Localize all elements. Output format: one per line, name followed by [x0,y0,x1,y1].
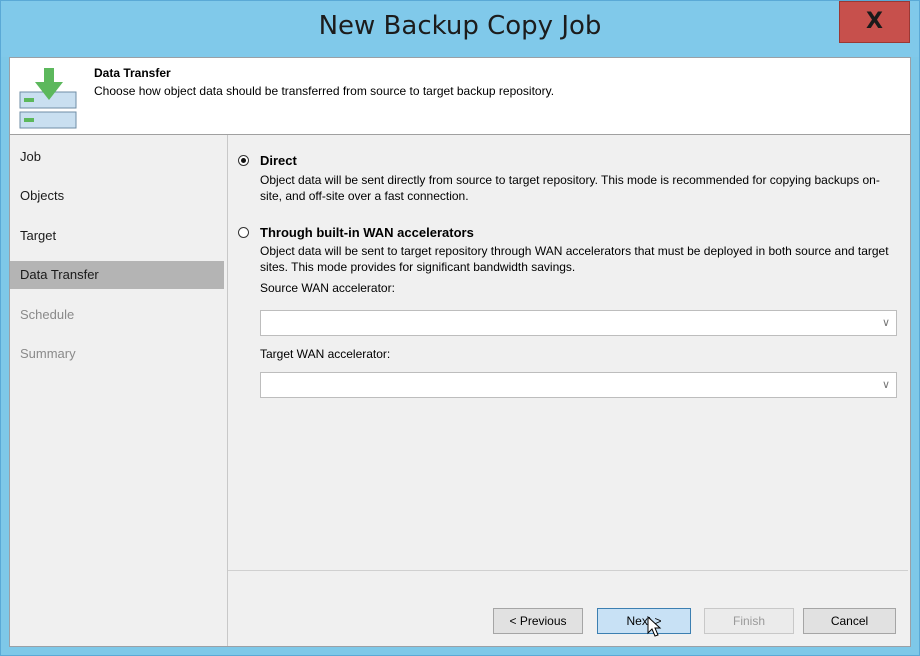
target-wan-label: Target WAN accelerator: [260,347,391,361]
sidebar-item-summary: Summary [20,346,76,361]
sidebar-item-objects[interactable]: Objects [10,182,224,210]
sidebar-item-schedule: Schedule [20,307,75,322]
wizard-body: Data Transfer Choose how object data sho… [9,57,911,647]
step-title: Data Transfer [94,66,171,80]
window-title: New Backup Copy Job [318,11,602,41]
direct-label[interactable]: Direct [260,153,297,168]
source-wan-label: Source WAN accelerator: [260,281,395,295]
close-button[interactable]: X [839,1,910,43]
next-button[interactable]: Next > [597,608,691,634]
wizard-steps-nav: Job Objects Target Data Transfer Schedul… [10,135,228,646]
direct-radio[interactable] [238,155,249,166]
download-to-repository-icon [19,68,77,129]
source-wan-select[interactable]: ∨ [260,310,897,336]
wan-label[interactable]: Through built-in WAN accelerators [260,225,474,240]
cancel-button[interactable]: Cancel [803,608,896,634]
step-header: Data Transfer Choose how object data sho… [10,58,910,135]
direct-description: Object data will be sent directly from s… [260,173,880,203]
target-wan-select[interactable]: ∨ [260,372,897,398]
sidebar-item-data-transfer[interactable]: Data Transfer [10,261,224,289]
previous-button[interactable]: < Previous [493,608,583,634]
chevron-down-icon[interactable]: ∨ [882,316,890,329]
wan-radio[interactable] [238,227,249,238]
footer-divider [228,570,908,571]
title-bar[interactable]: New Backup Copy Job X [1,1,919,57]
chevron-down-icon[interactable]: ∨ [882,378,890,391]
finish-button: Finish [704,608,794,634]
step-content: Direct Object data will be sent directly… [228,135,908,570]
wan-description: Object data will be sent to target repos… [260,244,889,274]
mouse-pointer-icon [647,616,662,637]
sidebar-item-target[interactable]: Target [10,222,224,250]
step-description: Choose how object data should be transfe… [94,84,555,98]
wizard-window: New Backup Copy Job X Data Transfer Choo… [0,0,920,656]
sidebar-item-job[interactable]: Job [10,143,224,171]
